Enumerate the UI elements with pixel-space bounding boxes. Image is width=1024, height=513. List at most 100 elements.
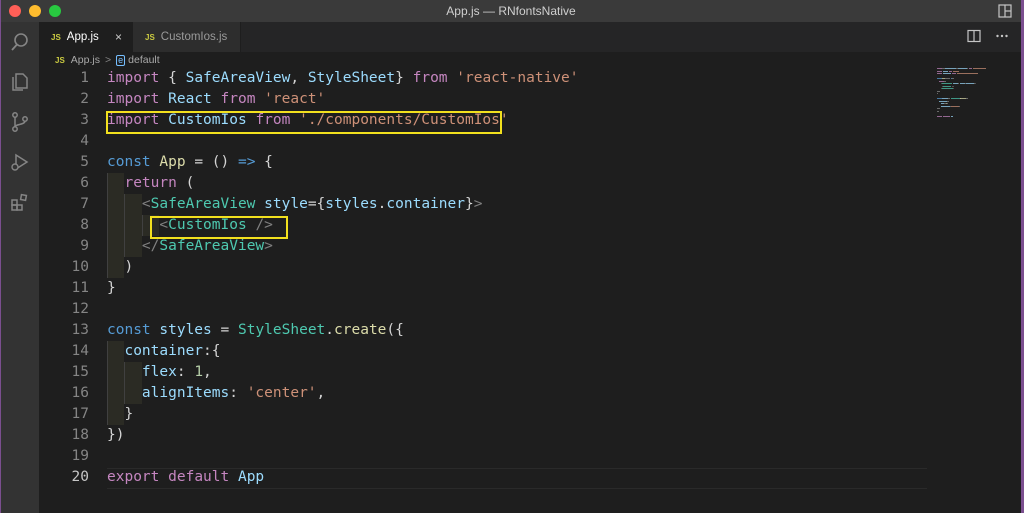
minimap-stroke	[965, 98, 968, 99]
code-line[interactable]: return (	[107, 173, 194, 194]
minimap-stroke	[946, 100, 949, 102]
code-token: const	[107, 154, 151, 170]
minimap-stroke	[937, 93, 938, 94]
code-line[interactable]: import React from 'react'	[107, 89, 325, 110]
code-token: (	[176, 175, 195, 191]
minimap-stroke	[937, 108, 940, 109]
code-token: ,	[203, 364, 212, 380]
tab-customios-js[interactable]: JS CustomIos.js	[133, 22, 241, 52]
minimap-stroke	[945, 68, 956, 69]
code-token: App	[237, 469, 265, 485]
minimap-stroke	[948, 70, 953, 72]
js-file-icon: JS	[145, 32, 155, 42]
breadcrumb-file[interactable]: App.js	[71, 54, 100, 66]
code-line[interactable]: </SafeAreaView>	[107, 236, 273, 257]
line-number: 10	[71, 259, 89, 275]
more-actions-icon[interactable]	[995, 29, 1009, 46]
line-number: 6	[80, 175, 89, 191]
run-debug-icon[interactable]	[8, 150, 32, 174]
code-token: styles	[325, 196, 378, 212]
code-line[interactable]: flex: 1,	[107, 362, 212, 383]
code-line[interactable]: alignItems: 'center',	[107, 383, 325, 404]
minimap-stroke	[957, 68, 967, 69]
code-token: flex	[141, 364, 177, 380]
code-line[interactable]: import { SafeAreaView, StyleSheet} from …	[107, 68, 578, 89]
code-token: style	[264, 196, 308, 212]
code-token: SafeAreaView	[159, 238, 265, 254]
minimap-stroke	[942, 88, 954, 89]
minimap-stroke	[937, 115, 943, 117]
code-token: StyleSheet	[307, 70, 396, 86]
code-editor[interactable]: 1 2 3 4 5 6 7 8 9 10 11 12 13 14 15 16 17 18 19 20 import {…	[39, 68, 1021, 513]
code-token: })	[107, 427, 125, 443]
code-token: =>	[237, 154, 256, 170]
search-icon[interactable]	[8, 30, 32, 54]
code-token: return	[124, 175, 177, 191]
line-number: 1	[80, 70, 89, 86]
minimap-stroke	[950, 98, 960, 99]
code-token: 'center'	[246, 385, 317, 401]
minimap-stroke	[943, 115, 950, 117]
minimize-window-button[interactable]	[29, 5, 41, 17]
code-token: }	[107, 406, 134, 422]
breadcrumb-symbol[interactable]: default	[128, 54, 160, 66]
highlight-box-import	[106, 111, 502, 134]
minimap-stroke	[965, 83, 974, 84]
minimap-stroke	[952, 73, 956, 74]
explorer-icon[interactable]	[8, 70, 32, 94]
line-number: 16	[71, 385, 89, 401]
tab-app-js[interactable]: JS App.js ×	[39, 22, 133, 52]
code-token: 'react-native'	[456, 70, 579, 86]
split-editor-icon[interactable]	[967, 29, 981, 46]
tab-label: CustomIos.js	[160, 31, 228, 43]
code-token: import	[107, 70, 160, 86]
code-token: >	[264, 238, 273, 254]
minimap-stroke	[941, 83, 953, 84]
code-line[interactable]: )	[107, 257, 133, 278]
js-file-icon: JS	[55, 55, 65, 65]
code-line[interactable]: export default App	[107, 467, 264, 488]
minimap-stroke	[952, 78, 955, 79]
minimap-stroke	[973, 68, 986, 69]
code-token: export	[107, 469, 160, 485]
code-token: }	[395, 70, 413, 86]
code-line[interactable]: }	[107, 278, 116, 299]
minimap-stroke	[974, 83, 976, 84]
minimap-stroke	[937, 78, 942, 79]
line-number: 3	[80, 112, 89, 128]
minimap-stroke	[943, 73, 952, 74]
code-line[interactable]: })	[107, 425, 124, 446]
line-number: 13	[71, 322, 89, 338]
code-token: {	[255, 154, 273, 170]
minimap-stroke	[946, 103, 948, 104]
code-line[interactable]: }	[107, 404, 133, 425]
minimap-stroke	[940, 105, 950, 107]
breadcrumb: JS App.js > e default	[39, 52, 1021, 68]
code-token: <	[141, 196, 151, 212]
line-number: 15	[71, 364, 89, 380]
code-token: ,	[290, 70, 308, 86]
close-window-button[interactable]	[9, 5, 21, 17]
maximize-window-button[interactable]	[49, 5, 61, 17]
code-line[interactable]: container:{	[107, 341, 220, 362]
code-line[interactable]: const App = () => {	[107, 152, 273, 173]
close-icon[interactable]: ×	[115, 30, 122, 44]
code-token: styles	[159, 322, 212, 338]
code-line[interactable]: <SafeAreaView style={styles.container}>	[107, 194, 483, 215]
extensions-icon[interactable]	[8, 190, 32, 214]
layout-icon[interactable]	[997, 3, 1013, 22]
source-control-icon[interactable]	[8, 110, 32, 134]
code-token: App	[159, 154, 186, 170]
code-line[interactable]: const styles = StyleSheet.create({	[107, 320, 404, 341]
code-token: =	[211, 322, 238, 338]
line-number: 9	[80, 238, 89, 254]
code-token: from	[412, 70, 448, 86]
minimap[interactable]	[937, 68, 1015, 128]
code-token: :	[176, 364, 195, 380]
